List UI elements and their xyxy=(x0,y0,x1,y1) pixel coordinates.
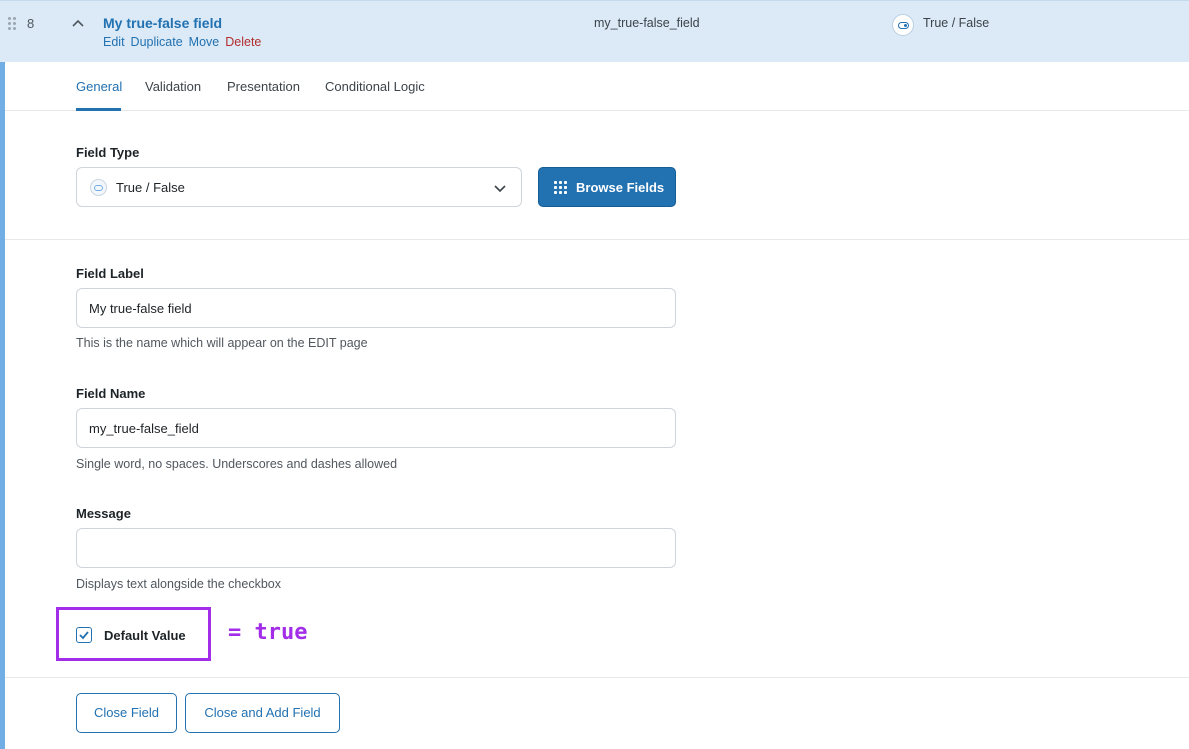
close-field-button[interactable]: Close Field xyxy=(76,693,177,733)
toggle-icon xyxy=(892,14,914,36)
chevron-up-icon[interactable] xyxy=(71,17,85,31)
tab-validation[interactable]: Validation xyxy=(145,79,201,94)
toggle-icon xyxy=(90,179,107,196)
field-name-hint: Single word, no spaces. Underscores and … xyxy=(76,457,398,471)
tab-presentation[interactable]: Presentation xyxy=(227,79,300,94)
field-label-label: Field Label xyxy=(76,266,144,281)
message-label: Message xyxy=(76,506,131,521)
edit-link[interactable]: Edit xyxy=(103,35,125,49)
settings-tabs: General Validation Presentation Conditio… xyxy=(5,62,1189,111)
field-type-value: True / False xyxy=(116,180,185,195)
field-label-hint: This is the name which will appear on th… xyxy=(76,336,368,350)
footer-divider xyxy=(5,677,1189,678)
delete-link[interactable]: Delete xyxy=(225,35,261,49)
field-title-link[interactable]: My true-false field xyxy=(103,15,222,31)
annotation-text: = true xyxy=(228,620,308,645)
field-order-number: 8 xyxy=(27,16,35,31)
browse-fields-button[interactable]: Browse Fields xyxy=(538,167,676,207)
field-name-label: Field Name xyxy=(76,386,146,401)
checkmark-icon xyxy=(79,631,89,640)
browse-fields-label: Browse Fields xyxy=(576,180,665,195)
message-hint: Displays text alongside the checkbox xyxy=(76,577,281,591)
field-header-row[interactable]: 8 My true-false field Edit Duplicate Move D… xyxy=(0,0,1189,62)
field-label-input[interactable]: My true-false field xyxy=(76,288,676,328)
active-tab-indicator xyxy=(76,108,121,111)
move-link[interactable]: Move xyxy=(189,35,220,49)
close-and-add-field-button[interactable]: Close and Add Field xyxy=(185,693,340,733)
tab-conditional-logic[interactable]: Conditional Logic xyxy=(325,79,425,94)
grid-icon xyxy=(554,181,568,195)
chevron-down-icon xyxy=(494,185,506,193)
row-actions: Edit Duplicate Move Delete xyxy=(103,35,267,49)
tab-general[interactable]: General xyxy=(76,79,122,94)
drag-handle-icon[interactable] xyxy=(8,17,18,31)
field-name-input[interactable]: my_true-false_field xyxy=(76,408,676,448)
default-value-label: Default Value xyxy=(104,628,186,643)
field-type-label: Field Type xyxy=(76,145,140,160)
header-field-type: True / False xyxy=(923,16,990,30)
default-value-checkbox[interactable] xyxy=(76,627,92,643)
field-type-select[interactable]: True / False xyxy=(76,167,522,207)
active-field-indicator xyxy=(0,62,5,749)
header-field-name: my_true-false_field xyxy=(594,16,700,30)
section-divider xyxy=(5,239,1189,240)
message-input[interactable] xyxy=(76,528,676,568)
duplicate-link[interactable]: Duplicate xyxy=(131,35,183,49)
